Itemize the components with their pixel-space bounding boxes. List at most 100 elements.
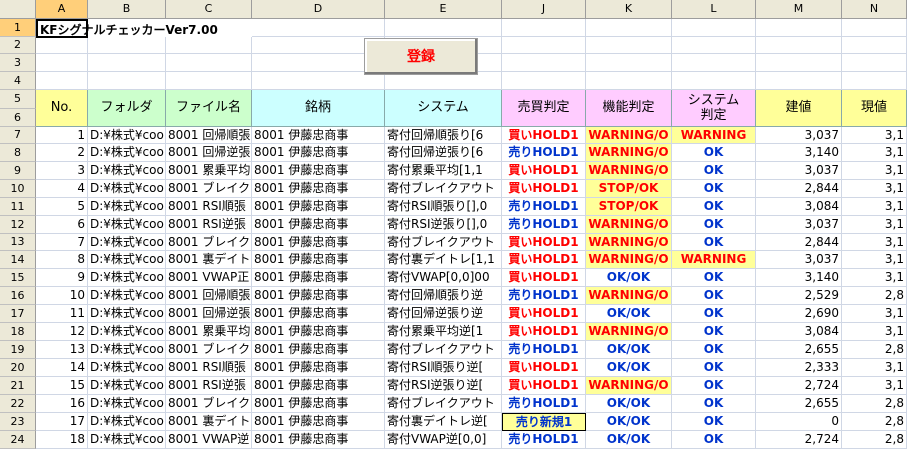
- column-header-c[interactable]: C: [166, 0, 252, 19]
- cell-stock[interactable]: 8001 伊藤忠商事: [252, 162, 385, 180]
- row-header-11[interactable]: 11: [0, 198, 36, 216]
- cell-no[interactable]: 15: [36, 377, 88, 395]
- cell-entry-price[interactable]: 3,037: [756, 251, 842, 269]
- cell-filename[interactable]: 8001 RSI順張: [166, 359, 252, 377]
- cell-filename[interactable]: 8001 回帰順張: [166, 127, 252, 144]
- empty-cell[interactable]: [88, 37, 166, 54]
- cell-filename[interactable]: 8001 ブレイクア: [166, 234, 252, 251]
- cell-entry-price[interactable]: 3,084: [756, 323, 842, 341]
- cell-no[interactable]: 13: [36, 341, 88, 359]
- cell-folder[interactable]: D:¥株式¥coo: [88, 413, 166, 431]
- cell-filename[interactable]: 8001 回帰逆張: [166, 305, 252, 323]
- cell-folder[interactable]: D:¥株式¥coo: [88, 323, 166, 341]
- cell-filename[interactable]: 8001 累乗平均: [166, 323, 252, 341]
- row-header-6[interactable]: 6: [0, 109, 36, 127]
- cell-function-judgement[interactable]: OK/OK: [586, 431, 672, 449]
- cell-system-judgement[interactable]: OK: [672, 305, 756, 323]
- cell-filename[interactable]: 8001 回帰逆張: [166, 144, 252, 162]
- cell-function-judgement[interactable]: OK/OK: [586, 413, 672, 431]
- cell-stock[interactable]: 8001 伊藤忠商事: [252, 395, 385, 413]
- cell-folder[interactable]: D:¥株式¥coo: [88, 162, 166, 180]
- cell-current-price[interactable]: 3,1: [842, 198, 907, 216]
- cell-no[interactable]: 5: [36, 198, 88, 216]
- cell-function-judgement[interactable]: WARNING/O: [586, 234, 672, 251]
- empty-cell[interactable]: [672, 19, 756, 37]
- cell-stock[interactable]: 8001 伊藤忠商事: [252, 359, 385, 377]
- cell-function-judgement[interactable]: WARNING/O: [586, 216, 672, 234]
- cell-entry-price[interactable]: 2,655: [756, 395, 842, 413]
- cell-entry-price[interactable]: 2,724: [756, 377, 842, 395]
- cell-filename[interactable]: 8001 回帰順張: [166, 287, 252, 305]
- cell-function-judgement[interactable]: OK/OK: [586, 359, 672, 377]
- cell-stock[interactable]: 8001 伊藤忠商事: [252, 377, 385, 395]
- empty-cell[interactable]: [586, 54, 672, 72]
- empty-cell[interactable]: [252, 19, 385, 37]
- cell-entry-price[interactable]: 0: [756, 413, 842, 431]
- cell-no[interactable]: 18: [36, 431, 88, 449]
- cell-system[interactable]: 寄付回帰順張り逆: [385, 287, 502, 305]
- cell-entry-price[interactable]: 2,690: [756, 305, 842, 323]
- cell-no[interactable]: 8: [36, 251, 88, 269]
- cell-entry-price[interactable]: 2,724: [756, 431, 842, 449]
- empty-cell[interactable]: [502, 54, 586, 72]
- cell-system[interactable]: 寄付ブレイクアウト: [385, 341, 502, 359]
- cell-no[interactable]: 3: [36, 162, 88, 180]
- header-trade[interactable]: 売買判定: [502, 90, 586, 127]
- cell-no[interactable]: 2: [36, 144, 88, 162]
- header-system[interactable]: システム: [385, 90, 502, 127]
- cell-trade-judgement[interactable]: 売りHOLD1: [502, 144, 586, 162]
- cell-trade-judgement[interactable]: 売りHOLD1: [502, 216, 586, 234]
- cell-system-judgement[interactable]: OK: [672, 180, 756, 198]
- empty-cell[interactable]: [36, 72, 88, 90]
- column-header-a[interactable]: A: [36, 0, 88, 19]
- row-header-2[interactable]: 2: [0, 37, 36, 54]
- cell-system[interactable]: 寄付回帰逆張り[6: [385, 144, 502, 162]
- cell-function-judgement[interactable]: WARNING/O: [586, 323, 672, 341]
- cell-system-judgement[interactable]: OK: [672, 198, 756, 216]
- cell-trade-judgement[interactable]: 買いHOLD1: [502, 127, 586, 144]
- cell-function-judgement[interactable]: OK/OK: [586, 305, 672, 323]
- empty-cell[interactable]: [842, 37, 907, 54]
- cell-stock[interactable]: 8001 伊藤忠商事: [252, 413, 385, 431]
- cell-trade-judgement[interactable]: 買いHOLD1: [502, 305, 586, 323]
- row-header-13[interactable]: 13: [0, 234, 36, 251]
- row-header-1[interactable]: 1: [0, 19, 36, 37]
- cell-current-price[interactable]: 3,1: [842, 216, 907, 234]
- cell-trade-judgement[interactable]: 売りHOLD1: [502, 395, 586, 413]
- cell-no[interactable]: 9: [36, 269, 88, 287]
- cell-trade-judgement[interactable]: 売り新規1: [502, 413, 586, 431]
- cell-system-judgement[interactable]: OK: [672, 359, 756, 377]
- cell-system-judgement[interactable]: OK: [672, 395, 756, 413]
- cell-folder[interactable]: D:¥株式¥coo: [88, 305, 166, 323]
- empty-cell[interactable]: [166, 72, 252, 90]
- cell-system-judgement[interactable]: OK: [672, 144, 756, 162]
- cell-entry-price[interactable]: 3,037: [756, 162, 842, 180]
- row-header-17[interactable]: 17: [0, 305, 36, 323]
- cell-no[interactable]: 4: [36, 180, 88, 198]
- empty-cell[interactable]: [36, 37, 88, 54]
- cell-folder[interactable]: D:¥株式¥coo: [88, 180, 166, 198]
- cell-trade-judgement[interactable]: 売りHOLD1: [502, 431, 586, 449]
- row-header-10[interactable]: 10: [0, 180, 36, 198]
- header-entry[interactable]: 建値: [756, 90, 842, 127]
- empty-cell[interactable]: [672, 37, 756, 54]
- cell-folder[interactable]: D:¥株式¥coo: [88, 359, 166, 377]
- row-header-20[interactable]: 20: [0, 359, 36, 377]
- cell-entry-price[interactable]: 2,844: [756, 234, 842, 251]
- cell-system-judgement[interactable]: WARNING: [672, 251, 756, 269]
- empty-cell[interactable]: [36, 54, 88, 72]
- cell-system[interactable]: 寄付裏デイトレ逆[: [385, 413, 502, 431]
- cell-system[interactable]: 寄付VWAP[0,0]00: [385, 269, 502, 287]
- empty-cell[interactable]: [586, 37, 672, 54]
- row-header-21[interactable]: 21: [0, 377, 36, 395]
- cell-current-price[interactable]: 3,1: [842, 180, 907, 198]
- column-header-d[interactable]: D: [252, 0, 385, 19]
- cell-function-judgement[interactable]: WARNING/O: [586, 162, 672, 180]
- cell-system-judgement[interactable]: OK: [672, 216, 756, 234]
- row-header-15[interactable]: 15: [0, 269, 36, 287]
- cell-system[interactable]: 寄付裏デイトレ[1,1: [385, 251, 502, 269]
- cell-current-price[interactable]: 3,1: [842, 234, 907, 251]
- cell-system[interactable]: 寄付ブレイクアウト: [385, 180, 502, 198]
- row-header-8[interactable]: 8: [0, 144, 36, 162]
- header-no[interactable]: No.: [36, 90, 88, 127]
